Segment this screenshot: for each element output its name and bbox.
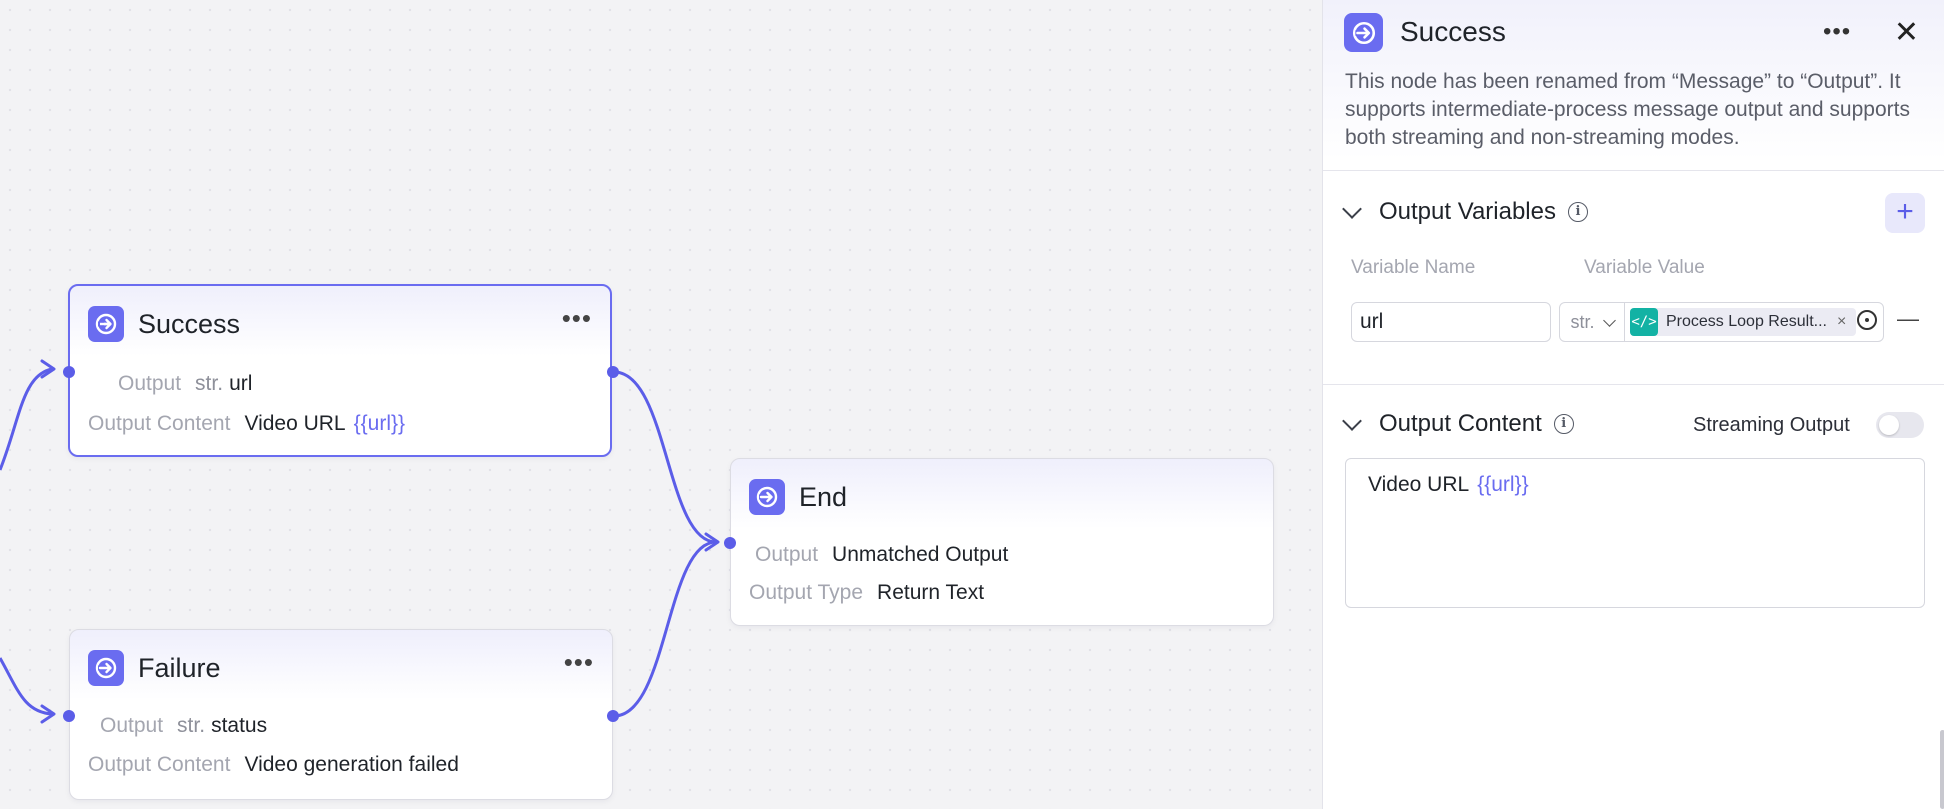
output-content-editor[interactable]: Video URL {{url}}: [1345, 458, 1925, 608]
output-value: Unmatched Output: [832, 543, 1009, 566]
success-input-port[interactable]: [63, 366, 75, 378]
variable-type-select[interactable]: str.: [1560, 303, 1625, 341]
failure-node-title: Failure: [138, 652, 221, 683]
failure-node-more-icon[interactable]: •••: [564, 649, 594, 675]
variable-name-input[interactable]: [1351, 302, 1551, 342]
output-content-var: {{url}}: [353, 412, 406, 435]
output-label: Output: [755, 543, 819, 566]
output-content-label: Output Content: [88, 412, 231, 435]
remove-variable-button[interactable]: —: [1897, 306, 1919, 332]
streaming-output-label: Streaming Output: [1693, 414, 1850, 436]
panel-scrollbar[interactable]: [1940, 730, 1944, 809]
failure-output-port[interactable]: [607, 710, 619, 722]
end-node[interactable]: End Output Unmatched Output Output Type Re…: [730, 458, 1274, 626]
success-node-header: Success: [88, 306, 240, 342]
arrow-failure-in: [40, 704, 56, 724]
panel-description: This node has been renamed from “Message…: [1345, 70, 1910, 149]
edge-in-success: [0, 367, 53, 471]
edge-success-end: [613, 370, 717, 544]
add-variable-button[interactable]: +: [1885, 193, 1925, 233]
chevron-down-icon: [1602, 313, 1616, 327]
output-label: Output: [100, 714, 164, 737]
output-type-label: Output Type: [749, 581, 864, 604]
end-input-port[interactable]: [724, 537, 736, 549]
info-icon[interactable]: i: [1568, 202, 1588, 222]
output-node-icon: [88, 650, 124, 686]
output-type: str.: [195, 372, 224, 395]
output-content-text: Video URL: [1368, 473, 1470, 496]
failure-node-output-row: Output str. status: [100, 714, 267, 738]
remove-reference-icon[interactable]: ×: [1837, 313, 1846, 331]
variable-type-value: str.: [1570, 311, 1595, 332]
variable-reference-chip[interactable]: </> Process Loop Result... ×: [1630, 308, 1856, 336]
success-node-content-row: Output Content Video URL {{url}}: [88, 412, 405, 436]
divider: [1323, 384, 1944, 385]
output-content-text: Video URL: [244, 412, 346, 435]
output-content-header[interactable]: Output Content i: [1342, 410, 1574, 438]
panel-output-node-icon: [1344, 13, 1383, 52]
reference-label: Process Loop Result...: [1666, 313, 1827, 330]
close-icon[interactable]: ✕: [1894, 18, 1919, 48]
target-dot: [1865, 318, 1869, 322]
output-content-var: {{url}}: [1477, 473, 1529, 496]
end-node-icon: [749, 479, 785, 515]
failure-node-header: Failure: [88, 650, 221, 686]
end-node-title: End: [799, 481, 848, 512]
arrow-success-in: [40, 359, 56, 379]
chevron-down-icon[interactable]: [1342, 199, 1362, 219]
variable-picker-target-icon[interactable]: [1857, 310, 1877, 330]
output-label: Output: [118, 372, 182, 395]
output-type-value: Return Text: [877, 581, 985, 604]
code-icon: </>: [1630, 308, 1658, 336]
failure-input-port[interactable]: [63, 710, 75, 722]
output-content-text: Video generation failed: [244, 753, 459, 776]
failure-node-content-row: Output Content Video generation failed: [88, 753, 459, 777]
success-node-title: Success: [138, 308, 241, 339]
panel-more-icon[interactable]: •••: [1823, 18, 1851, 46]
failure-node[interactable]: Failure ••• Output str. status Output Cont…: [69, 629, 613, 800]
success-node[interactable]: Success ••• Output str. url Output Content…: [68, 284, 612, 457]
variable-value-field[interactable]: str. </> Process Loop Result... ×: [1559, 302, 1884, 342]
chevron-down-icon[interactable]: [1342, 411, 1362, 431]
output-variables-header[interactable]: Output Variables i: [1342, 198, 1588, 226]
output-content-label: Output Content: [88, 753, 231, 776]
node-settings-panel: Success ••• ✕ This node has been renamed…: [1322, 0, 1944, 809]
arrow-end-in: [704, 532, 720, 552]
edge-failure-end: [613, 540, 717, 718]
output-value: url: [229, 372, 253, 395]
end-node-type-row: Output Type Return Text: [749, 581, 984, 605]
end-node-header: End: [749, 479, 847, 515]
divider: [1323, 170, 1944, 171]
workflow-canvas[interactable]: Success ••• Output str. url Output Content…: [0, 0, 1322, 809]
variable-value-column-header: Variable Value: [1584, 257, 1705, 278]
success-output-port[interactable]: [607, 366, 619, 378]
success-node-more-icon[interactable]: •••: [562, 305, 592, 331]
output-content-title: Output Content: [1379, 410, 1542, 437]
output-value: status: [211, 714, 268, 737]
output-node-icon: [88, 306, 124, 342]
success-node-output-row: Output str. url: [118, 372, 252, 396]
streaming-output-toggle[interactable]: [1876, 412, 1924, 438]
end-node-output-row: Output Unmatched Output: [755, 543, 1008, 567]
info-icon[interactable]: i: [1553, 414, 1574, 434]
panel-title[interactable]: Success: [1400, 16, 1506, 48]
variable-name-column-header: Variable Name: [1351, 257, 1476, 278]
output-type: str.: [177, 714, 206, 737]
output-variables-title: Output Variables: [1379, 198, 1556, 225]
edge-in-failure: [0, 657, 53, 716]
